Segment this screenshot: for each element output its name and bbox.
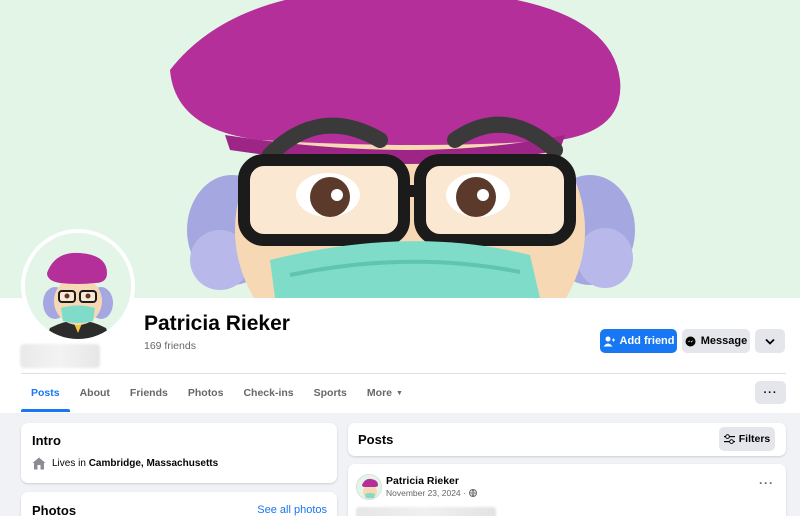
intro-title: Intro xyxy=(32,433,61,448)
sliders-icon xyxy=(723,434,735,444)
tab-label: About xyxy=(79,387,110,399)
post-card: Patricia Rieker November 23, 2024 · ··· xyxy=(348,464,786,516)
see-all-photos-link[interactable]: See all photos xyxy=(257,504,327,516)
tab-posts[interactable]: Posts xyxy=(21,374,70,412)
avatar-illustration xyxy=(357,475,381,499)
friends-count[interactable]: 169 friends xyxy=(144,340,196,352)
tab-label: Friends xyxy=(129,387,168,399)
add-friend-label: Add friend xyxy=(619,335,675,347)
home-icon xyxy=(32,457,46,470)
lives-in-city[interactable]: Cambridge, Massachusetts xyxy=(89,458,219,469)
chevron-down-icon xyxy=(765,338,775,345)
tab-about[interactable]: About xyxy=(70,374,120,412)
tab-label: Posts xyxy=(31,387,60,399)
profile-avatar[interactable] xyxy=(21,229,135,343)
tab-sports[interactable]: Sports xyxy=(304,374,357,412)
photos-card: Photos See all photos xyxy=(21,492,337,516)
post-date-text: November 23, 2024 · xyxy=(386,488,466,498)
tab-label: Photos xyxy=(187,387,224,399)
tab-photos[interactable]: Photos xyxy=(178,374,234,412)
intro-lives-in: Lives in Cambridge, Massachusetts xyxy=(32,457,218,470)
profile-name: Patricia Rieker xyxy=(144,312,290,335)
tab-label: More xyxy=(366,387,392,399)
message-button[interactable]: Message xyxy=(682,329,750,353)
tab-label: Check-ins xyxy=(243,387,294,399)
more-options-button[interactable]: ··· xyxy=(755,381,786,404)
add-person-icon xyxy=(603,336,615,346)
posts-title: Posts xyxy=(358,432,394,447)
blurred-post-text xyxy=(356,507,496,516)
photos-title: Photos xyxy=(32,503,77,516)
caret-down-icon: ▼ xyxy=(396,389,403,397)
lives-in-prefix: Lives in xyxy=(52,458,89,469)
profile-tabs: Posts About Friends Photos Check-ins Spo… xyxy=(21,374,413,412)
blurred-region xyxy=(20,344,100,368)
tab-label: Sports xyxy=(313,387,347,399)
ellipsis-icon: ··· xyxy=(763,386,778,399)
posts-header-card: Posts Filters xyxy=(348,423,786,456)
tab-check-ins[interactable]: Check-ins xyxy=(233,374,303,412)
add-friend-button[interactable]: Add friend xyxy=(600,329,677,353)
tab-more[interactable]: More ▼ xyxy=(357,374,413,412)
intro-card: Intro Lives in Cambridge, Massachusetts xyxy=(21,423,337,483)
avatar-illustration xyxy=(25,233,131,339)
filters-button[interactable]: Filters xyxy=(719,427,775,451)
post-timestamp[interactable]: November 23, 2024 · xyxy=(386,488,477,498)
messenger-icon xyxy=(685,336,696,346)
post-options-icon[interactable]: ··· xyxy=(759,476,774,490)
tab-friends[interactable]: Friends xyxy=(120,374,178,412)
message-label: Message xyxy=(700,335,748,347)
profile-options-dropdown[interactable] xyxy=(755,329,785,353)
post-author-name[interactable]: Patricia Rieker xyxy=(386,475,459,487)
post-author-avatar[interactable] xyxy=(356,474,382,500)
filters-label: Filters xyxy=(738,433,771,445)
globe-icon xyxy=(468,489,477,497)
